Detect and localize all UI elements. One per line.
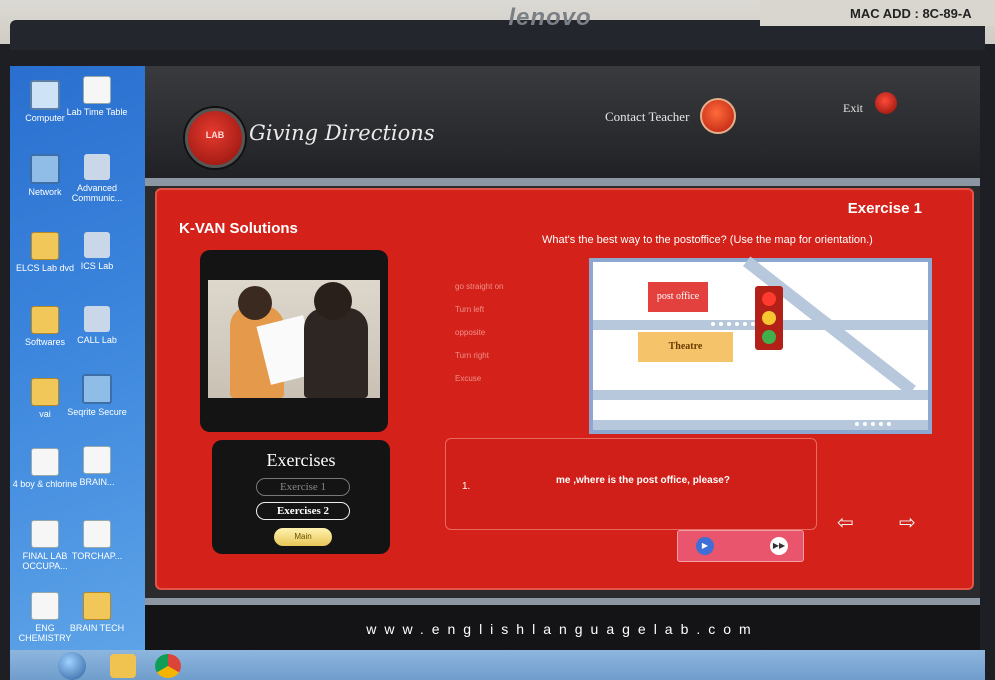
desktop-icon-label: TORCHAP... bbox=[71, 551, 123, 561]
desktop-icon-advanced-communication[interactable]: Advanced Communic... bbox=[62, 154, 132, 203]
exit-label: Exit bbox=[843, 101, 863, 115]
desktop-icon-label: FINAL LAB OCCUPA... bbox=[22, 551, 68, 571]
user-shortcut-icon bbox=[84, 232, 110, 258]
child-head bbox=[238, 286, 272, 320]
yellow-lamp bbox=[762, 311, 776, 325]
forward-arrow-icon[interactable]: ⇨ bbox=[899, 510, 916, 535]
desktop-icon-label: Network bbox=[28, 187, 62, 197]
app-footer: www.englishlanguagelab.com bbox=[145, 605, 980, 652]
desktop-icon-label: CALL Lab bbox=[77, 335, 117, 345]
option-item[interactable]: Turn right bbox=[455, 351, 503, 360]
main-button[interactable]: Main bbox=[274, 528, 332, 546]
orientation-map: post office Theatre bbox=[589, 256, 932, 434]
desktop-icon-label: Computer bbox=[25, 113, 65, 123]
mac-address-sticker: MAC ADD : 8C-89-A bbox=[760, 0, 995, 26]
desktop-icon-label: Softwares bbox=[24, 337, 66, 347]
start-button-icon[interactable] bbox=[58, 652, 86, 680]
answer-options: go straight on Turn left opposite Turn r… bbox=[455, 282, 503, 397]
option-item[interactable]: Turn left bbox=[455, 305, 503, 314]
play-icon[interactable]: ▶ bbox=[696, 537, 714, 555]
dialogue-text: me ,where is the post office, please? bbox=[556, 475, 730, 486]
exercise-2-button[interactable]: Exercises 2 bbox=[256, 502, 350, 520]
desktop-icon-lab-time-table[interactable]: Lab Time Table bbox=[62, 76, 132, 117]
shield-icon bbox=[82, 374, 112, 404]
lab-logo-text: LAB bbox=[205, 130, 225, 140]
folder-icon bbox=[31, 306, 59, 334]
desktop-icon-label: BRAIN... bbox=[79, 477, 115, 487]
app-header: LAB Giving Directions Contact Teacher Ex… bbox=[145, 66, 980, 186]
folder-icon bbox=[83, 592, 111, 620]
green-lamp bbox=[762, 330, 776, 344]
back-arrow-icon[interactable]: ⇦ bbox=[837, 510, 854, 535]
exercises-heading: Exercises bbox=[266, 450, 336, 470]
exercises-menu: Exercises Exercise 1 Exercises 2 Main bbox=[212, 440, 390, 554]
document-icon bbox=[83, 446, 111, 474]
desktop-icon-ics-lab[interactable]: ICS Lab bbox=[62, 232, 132, 271]
exercise-question: What's the best way to the postoffice? (… bbox=[542, 234, 873, 246]
file-explorer-icon[interactable] bbox=[110, 654, 136, 678]
desktop-icon-label: BRAIN TECH bbox=[69, 623, 125, 633]
red-lamp bbox=[762, 292, 776, 306]
child-head bbox=[314, 282, 352, 320]
contact-teacher-label: Contact Teacher bbox=[605, 109, 690, 124]
footer-url[interactable]: www.englishlanguagelab.com bbox=[145, 621, 980, 637]
desktop-icon-label: vai bbox=[39, 409, 51, 419]
network-icon bbox=[30, 154, 60, 184]
next-icon[interactable]: ▶▶ bbox=[770, 537, 788, 555]
exercise-panel: Exercise 1 K-VAN Solutions What's the be… bbox=[155, 188, 974, 590]
desktop-icon-brain-tech[interactable]: BRAIN TECH bbox=[62, 592, 132, 633]
exercise-title: Exercise 1 bbox=[847, 200, 922, 217]
desktop-icon-call-lab[interactable]: CALL Lab bbox=[62, 306, 132, 345]
traffic-light-icon bbox=[755, 286, 783, 350]
user-shortcut-icon bbox=[84, 154, 110, 180]
desktop-icon-brain[interactable]: BRAIN... bbox=[62, 446, 132, 487]
header-divider bbox=[145, 178, 980, 186]
photo-frame bbox=[200, 250, 388, 432]
monitor-brand-logo: lenovo bbox=[508, 4, 592, 31]
desktop-icon-label: ICS Lab bbox=[80, 261, 114, 271]
dialogue-number: 1. bbox=[462, 481, 471, 492]
desktop-icon-label: Seqrite Secure bbox=[67, 407, 127, 417]
folder-icon bbox=[31, 378, 59, 406]
map-theatre: Theatre bbox=[638, 332, 733, 362]
document-icon bbox=[83, 76, 111, 104]
contact-teacher-button[interactable] bbox=[700, 98, 736, 134]
footer-divider bbox=[145, 598, 980, 605]
chrome-icon[interactable] bbox=[155, 654, 181, 678]
taskbar bbox=[10, 650, 985, 680]
document-icon bbox=[31, 520, 59, 548]
desktop-icon-label: Advanced Communic... bbox=[71, 183, 123, 203]
desktop-icon-label: Lab Time Table bbox=[66, 107, 128, 117]
option-item[interactable]: opposite bbox=[455, 328, 503, 337]
map-road bbox=[593, 390, 928, 400]
document-icon bbox=[31, 592, 59, 620]
map-post-office: post office bbox=[648, 282, 708, 312]
exit-button[interactable] bbox=[875, 92, 897, 114]
user-shortcut-icon bbox=[84, 306, 110, 332]
child-figure bbox=[304, 308, 368, 398]
page-title: Giving Directions bbox=[249, 121, 435, 145]
computer-icon bbox=[30, 80, 60, 110]
document-icon bbox=[31, 448, 59, 476]
audio-player: ▶ ▶▶ bbox=[677, 530, 804, 562]
folder-icon bbox=[31, 232, 59, 260]
map-route-dots bbox=[711, 322, 755, 330]
document-icon bbox=[83, 520, 111, 548]
giving-directions-app: LAB Giving Directions Contact Teacher Ex… bbox=[145, 66, 980, 652]
company-name: K-VAN Solutions bbox=[179, 220, 298, 237]
option-item[interactable]: Excuse bbox=[455, 374, 503, 383]
lab-logo: LAB bbox=[185, 108, 245, 168]
dialogue-box: 1. me ,where is the post office, please? bbox=[445, 438, 817, 530]
desktop-icon-seqrite[interactable]: Seqrite Secure bbox=[62, 374, 132, 417]
option-item[interactable]: go straight on bbox=[455, 282, 503, 291]
children-photo bbox=[208, 280, 380, 398]
exercise-1-button[interactable]: Exercise 1 bbox=[256, 478, 350, 496]
map-route-dots bbox=[855, 422, 891, 430]
desktop-icon-torchap[interactable]: TORCHAP... bbox=[62, 520, 132, 561]
